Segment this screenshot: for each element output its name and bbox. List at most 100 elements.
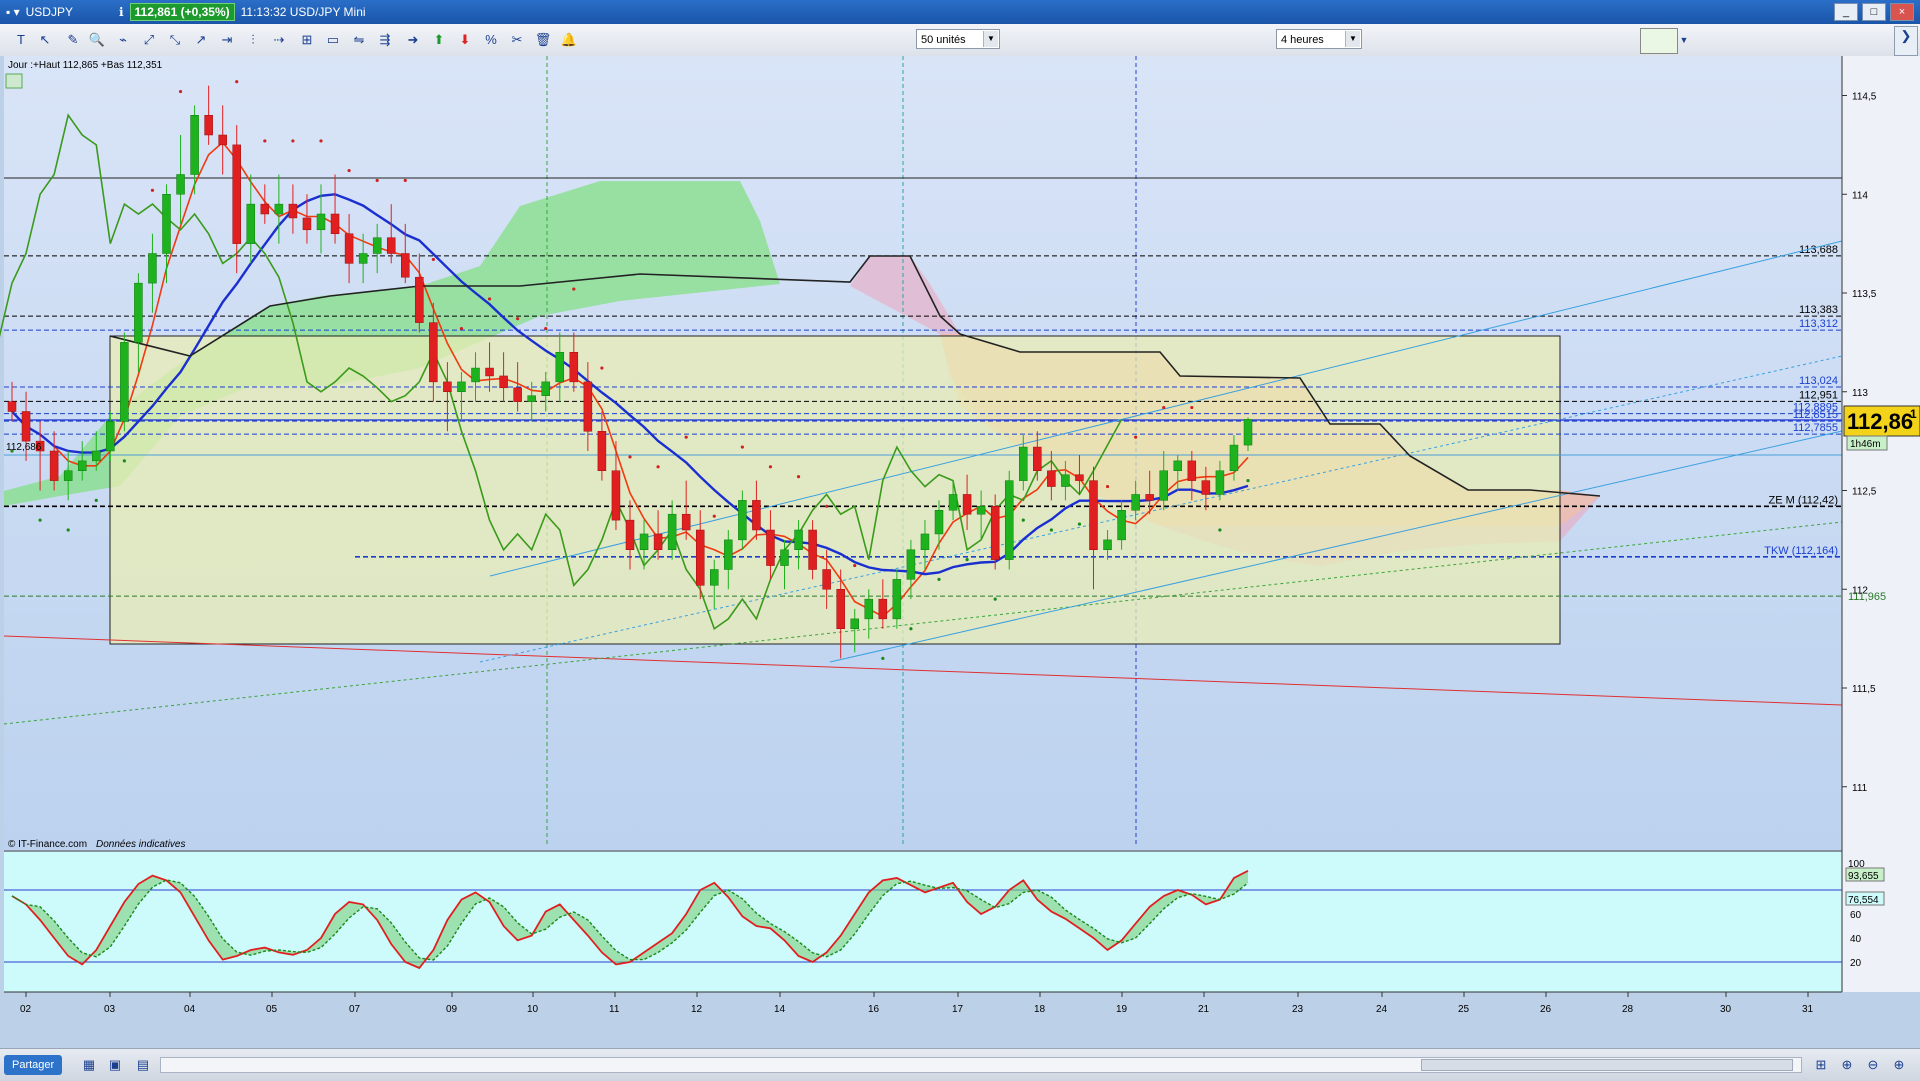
sar-dot: [628, 455, 632, 459]
arrow-tool-icon[interactable]: ➜: [404, 31, 422, 49]
info-icon[interactable]: ℹ: [119, 5, 124, 19]
y-tick-label: 111: [1852, 783, 1868, 794]
sar-dot: [1049, 528, 1053, 532]
sar-dot: [291, 139, 295, 143]
alert-bell-icon[interactable]: 🔔: [560, 31, 578, 49]
candle: [386, 237, 396, 254]
status-bar: Partager ▦ ▣ ▤ ⊞ ⊕ ⊖ ⊕: [0, 1048, 1920, 1081]
x-tick-label: 10: [527, 1004, 539, 1015]
sar-dot: [825, 504, 829, 508]
percent-tool-icon[interactable]: %: [482, 31, 500, 49]
close-button[interactable]: ×: [1890, 3, 1914, 21]
pattern-tool-icon[interactable]: ⇶: [376, 31, 394, 49]
x-tick-label: 24: [1376, 1004, 1388, 1015]
bars-icon[interactable]: ⊞: [1812, 1056, 1830, 1074]
candle: [1145, 494, 1154, 501]
template-icon[interactable]: ▤: [134, 1056, 152, 1074]
candle: [148, 253, 157, 284]
share-button[interactable]: Partager: [4, 1055, 63, 1075]
zoom-in-icon[interactable]: ⊕: [1890, 1056, 1908, 1074]
candle: [358, 253, 368, 264]
trend-tool-icon[interactable]: ⌁: [114, 31, 132, 49]
trash-icon[interactable]: 🗑: [534, 31, 552, 49]
candle: [780, 549, 789, 566]
chevron-down-icon[interactable]: ▼: [1678, 28, 1690, 52]
sar-dot: [431, 257, 435, 262]
copyright-note: Données indicatives: [96, 839, 186, 850]
pointer-tool-icon[interactable]: ↖: [36, 31, 54, 49]
cut-tool-icon[interactable]: ✂: [508, 31, 526, 49]
sar-dot: [1077, 522, 1082, 526]
zoom-tool-icon[interactable]: 🔍: [88, 31, 106, 49]
candle: [1173, 460, 1183, 471]
fan-tool-icon[interactable]: ⤡: [166, 31, 184, 49]
candle: [471, 367, 480, 383]
price-chart[interactable]: 113,688113,383113,312113,024112,951112,8…: [0, 40, 1920, 1048]
measure-tool-icon[interactable]: ⇋: [350, 31, 368, 49]
y-tick-label: 112,5: [1852, 487, 1877, 498]
chevron-down-icon: ▼: [983, 31, 998, 47]
minimize-button[interactable]: _: [1834, 3, 1858, 21]
candle: [920, 533, 930, 551]
last-price-int: 112,86: [1847, 409, 1913, 434]
osc-tick-label: 40: [1850, 934, 1862, 945]
sar-dot: [768, 465, 773, 469]
arrow-down-icon[interactable]: ⬇: [456, 31, 474, 49]
sar-dot: [122, 459, 126, 463]
maximize-button[interactable]: □: [1862, 3, 1886, 21]
chart-area[interactable]: 113,688 113,383 113,312 113,024 112,951 112,8…: [0, 40, 1920, 1048]
layout-icon[interactable]: ▦: [80, 1056, 98, 1074]
hline-tool-icon[interactable]: ⇥: [218, 31, 236, 49]
candle: [302, 217, 312, 231]
candle: [457, 381, 466, 392]
candle: [106, 421, 115, 452]
level-label: 113,312: [1799, 318, 1838, 330]
zoom-fit-icon[interactable]: ⊕: [1838, 1056, 1856, 1074]
candle: [429, 322, 438, 383]
candle: [260, 203, 270, 215]
line-tool-icon[interactable]: ↗: [192, 31, 210, 49]
x-tick-label: 26: [1540, 1004, 1552, 1015]
candle: [906, 549, 916, 580]
y-tick-label: 112: [1852, 585, 1868, 596]
indicator-toggle-icon[interactable]: [5, 73, 23, 89]
left-price-marker: 112,686: [6, 442, 42, 453]
window-menu-icon[interactable]: ▪ ▾: [6, 5, 20, 19]
save-icon[interactable]: ▣: [106, 1056, 124, 1074]
text-tool-icon[interactable]: T: [12, 31, 30, 49]
candle: [513, 387, 522, 402]
fib-tool-icon[interactable]: ⊞: [298, 31, 316, 49]
units-select[interactable]: 50 unités ▼: [916, 29, 1000, 49]
period-select[interactable]: 4 heures ▼: [1276, 29, 1362, 49]
candle: [1061, 474, 1070, 487]
candle: [766, 529, 775, 566]
x-tick-label: 17: [952, 1004, 964, 1015]
arrow-up-icon[interactable]: ⬆: [430, 31, 448, 49]
candle: [1117, 510, 1126, 541]
sar-dot: [796, 475, 801, 479]
x-tick-label: 28: [1622, 1004, 1634, 1015]
zoom-out-icon[interactable]: ⊖: [1864, 1056, 1882, 1074]
candle: [120, 342, 129, 422]
sidebar-toggle-icon[interactable]: ❯: [1894, 26, 1918, 56]
sar-dot: [263, 139, 267, 143]
sar-dot: [572, 287, 576, 291]
candle: [344, 233, 354, 264]
chart-style-icon[interactable]: [1640, 28, 1678, 54]
candle: [218, 134, 227, 146]
ruler-tool-icon[interactable]: ✎: [64, 31, 82, 49]
x-tick-label: 02: [20, 1004, 32, 1015]
ray-tool-icon[interactable]: ⇢: [270, 31, 288, 49]
vline-tool-icon[interactable]: ⫶: [244, 31, 262, 49]
sar-dot: [516, 317, 520, 321]
scroll-thumb[interactable]: [1421, 1059, 1793, 1071]
time-scrollbar[interactable]: [160, 1057, 1802, 1073]
sar-dot: [1162, 405, 1166, 410]
units-value: 50 unités: [921, 34, 966, 46]
candle: [21, 411, 31, 442]
rectangle-tool-icon[interactable]: ▭: [324, 31, 342, 49]
channel-tool-icon[interactable]: ⤢: [140, 31, 158, 49]
sar-dot: [544, 326, 548, 331]
candle: [990, 506, 1000, 560]
candle: [443, 381, 452, 392]
